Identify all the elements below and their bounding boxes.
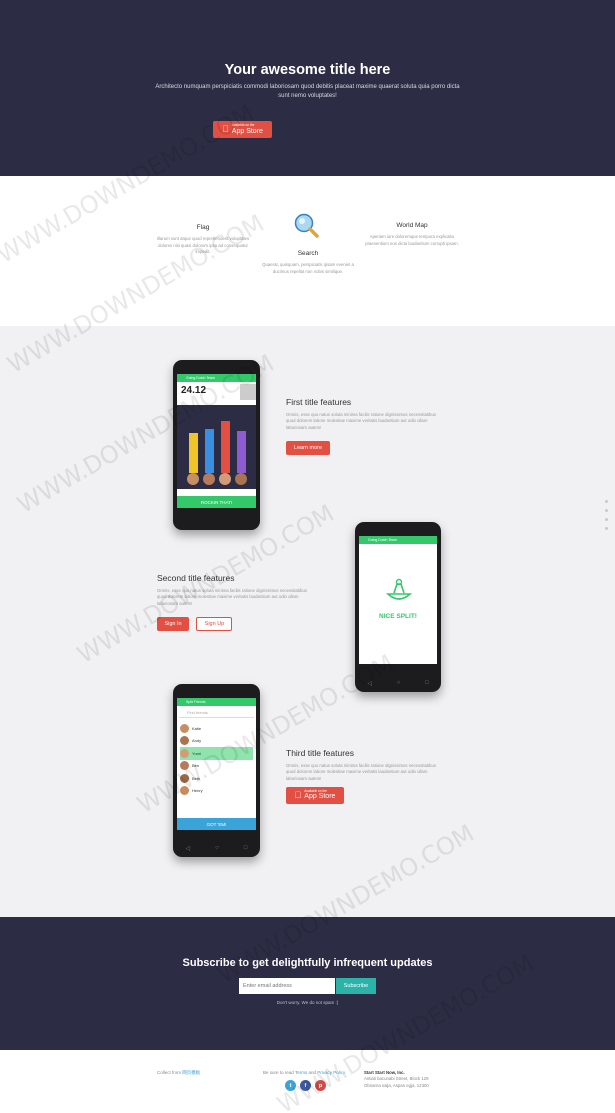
social-links: t f p: [285, 1080, 326, 1091]
friend-name: Beth: [192, 775, 201, 781]
friend-row[interactable]: Andy: [180, 735, 253, 748]
feature-search: Search Quaerat, quisquam, perspiciatis i…: [260, 250, 356, 275]
apple-icon: : [222, 125, 229, 134]
home-icon: ○: [396, 680, 401, 686]
avatar: [180, 736, 189, 746]
friend-row[interactable]: Henry: [180, 785, 253, 798]
friend-name: Andy: [192, 738, 202, 744]
phone1-topbar: Going Dutch Team: [177, 374, 256, 382]
feature-search-title: Search: [297, 250, 319, 257]
friend-row[interactable]: Katie: [180, 722, 253, 735]
phone3-friend-list: Katie Andy Yumi Ben Beth Henry: [180, 722, 253, 797]
feature-1-title: First title features: [286, 397, 352, 407]
footer-terms: Be sure to read Terms and Privacy Policy: [263, 1070, 346, 1075]
feature-1-text: Omnis, esse quo natus soluta minima faci…: [286, 412, 436, 430]
split-bowl-icon: [385, 578, 413, 600]
recent-icon: □: [425, 680, 429, 686]
feature-flag: Flag Illarum sunt atque quod reprehender…: [155, 224, 251, 256]
friend-name: Yumi: [192, 750, 201, 756]
pagination-dots[interactable]: [605, 500, 608, 530]
phone-mockup-2: Going Dutch Team NICE SPLIT! ◁ ○ □: [355, 522, 441, 692]
feature-flag-title: Flag: [196, 224, 210, 231]
footer-collect: Collect from 网页模板: [157, 1070, 201, 1075]
twitter-icon[interactable]: t: [285, 1080, 296, 1091]
avatar: [180, 723, 189, 733]
friend-name: Ben: [192, 763, 200, 769]
feature-world-map: World Map Aperiam iure doloremque tempor…: [364, 222, 460, 247]
phone1-chart: [177, 405, 256, 489]
footer-address: Start Start Now, Inc. Antiati bacunabi S…: [364, 1070, 429, 1089]
avatar: [180, 786, 189, 796]
app-store-button[interactable]:  Available on the App Store: [213, 121, 272, 138]
phone2-topbar: Going Dutch Team: [359, 536, 437, 544]
feature-3: Third title features Omnis, esse quo nat…: [286, 748, 442, 804]
address-line-2: Obnarna salja, Aspan egja, 12300: [364, 1082, 429, 1088]
email-field[interactable]: [239, 978, 335, 994]
company-name: Start Start Now, Inc.: [364, 1070, 405, 1075]
address-line-1: Antiati bacunabi Street, Block 129: [364, 1076, 429, 1082]
subscribe-button[interactable]: Subscribe: [336, 978, 376, 994]
feature-3-title: Third title features: [286, 748, 355, 758]
store-big-label: App Store: [228, 127, 263, 135]
phone1-action-button[interactable]: ROCKIN THAT!: [177, 496, 256, 508]
feature-world-map-title: World Map: [396, 222, 428, 229]
phone1-amount: 24.12: [181, 385, 207, 396]
phone3-topbar: Split Friends: [177, 698, 256, 706]
friend-row[interactable]: Yumi: [180, 747, 253, 760]
phone3-nav: ◁ ○ □: [185, 845, 248, 852]
phone-mockup-3: Split Friends Find friends Katie Andy Yumi…: [173, 684, 260, 857]
pinterest-icon[interactable]: p: [315, 1080, 326, 1091]
back-icon: ◁: [367, 681, 372, 687]
phone3-action-button[interactable]: GOT 'EM!: [177, 818, 256, 830]
learn-more-button[interactable]: Learn more: [286, 440, 330, 455]
facebook-icon[interactable]: f: [300, 1080, 311, 1091]
feature-search-text: Quaerat, quisquam, perspiciatis ipsam ev…: [262, 262, 354, 274]
feature-1: First title features Omnis, esse quo nat…: [286, 397, 442, 455]
feature-2-text: Omnis, esse quo natus soluta minima faci…: [157, 588, 307, 606]
feature-2-title: Second title features: [157, 573, 235, 583]
sign-in-button[interactable]: Sign In: [157, 616, 189, 631]
phone2-nav: ◁ ○ □: [355, 680, 441, 687]
avatar: [180, 761, 189, 771]
privacy-link[interactable]: Privacy Policy: [317, 1070, 345, 1075]
apple-icon: : [295, 790, 302, 800]
feature-3-text: Omnis, esse quo natus soluta minima faci…: [286, 763, 436, 781]
friend-row[interactable]: Beth: [180, 772, 253, 785]
avatar: [180, 748, 189, 758]
feature-world-map-text: Aperiam iure doloremque tempora explicab…: [365, 234, 459, 246]
collect-link[interactable]: 网页模板: [182, 1070, 200, 1075]
subscribe-title: Subscribe to get delightfully infrequent…: [182, 957, 433, 969]
footer: Collect from 网页模板 Be sure to read Terms …: [0, 1050, 615, 1113]
hero-description: Architecto numquam perspiciatis commodi …: [155, 84, 460, 99]
phone3-search[interactable]: Find friends: [179, 708, 254, 718]
magnifier-icon: [294, 213, 319, 238]
friend-name: Henry: [192, 788, 203, 794]
friend-row[interactable]: Ben: [180, 760, 253, 773]
subscribe-note: Don't worry. We do not spam :): [276, 1000, 339, 1005]
avatar: [180, 773, 189, 783]
friend-name: Katie: [192, 725, 202, 731]
hero-section: Your awesome title here Architecto numqu…: [0, 0, 615, 176]
phone2-message: NICE SPLIT!: [379, 613, 417, 620]
sign-up-button[interactable]: Sign Up: [196, 616, 233, 631]
features-trio: Flag Illarum sunt atque quod reprehender…: [0, 176, 615, 326]
hero-title: Your awesome title here: [224, 62, 391, 78]
terms-link[interactable]: Terms: [295, 1070, 307, 1075]
phone-mockup-1: Going Dutch Team 24.12 ROCKIN THAT!: [173, 360, 260, 530]
app-store-button-2[interactable]:  Available on the App Store: [286, 786, 344, 804]
feature-flag-text: Illarum sunt atque quod reprehenderit vo…: [156, 236, 250, 254]
feature-2: Second title features Omnis, esse quo na…: [157, 573, 317, 631]
